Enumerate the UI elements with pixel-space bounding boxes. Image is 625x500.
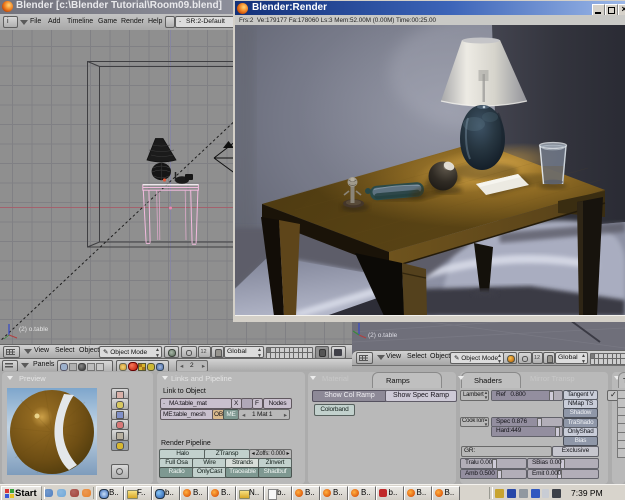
svg-text:(2) o.table: (2) o.table [19, 326, 49, 333]
svg-text:(2) o.table: (2) o.table [368, 332, 398, 339]
